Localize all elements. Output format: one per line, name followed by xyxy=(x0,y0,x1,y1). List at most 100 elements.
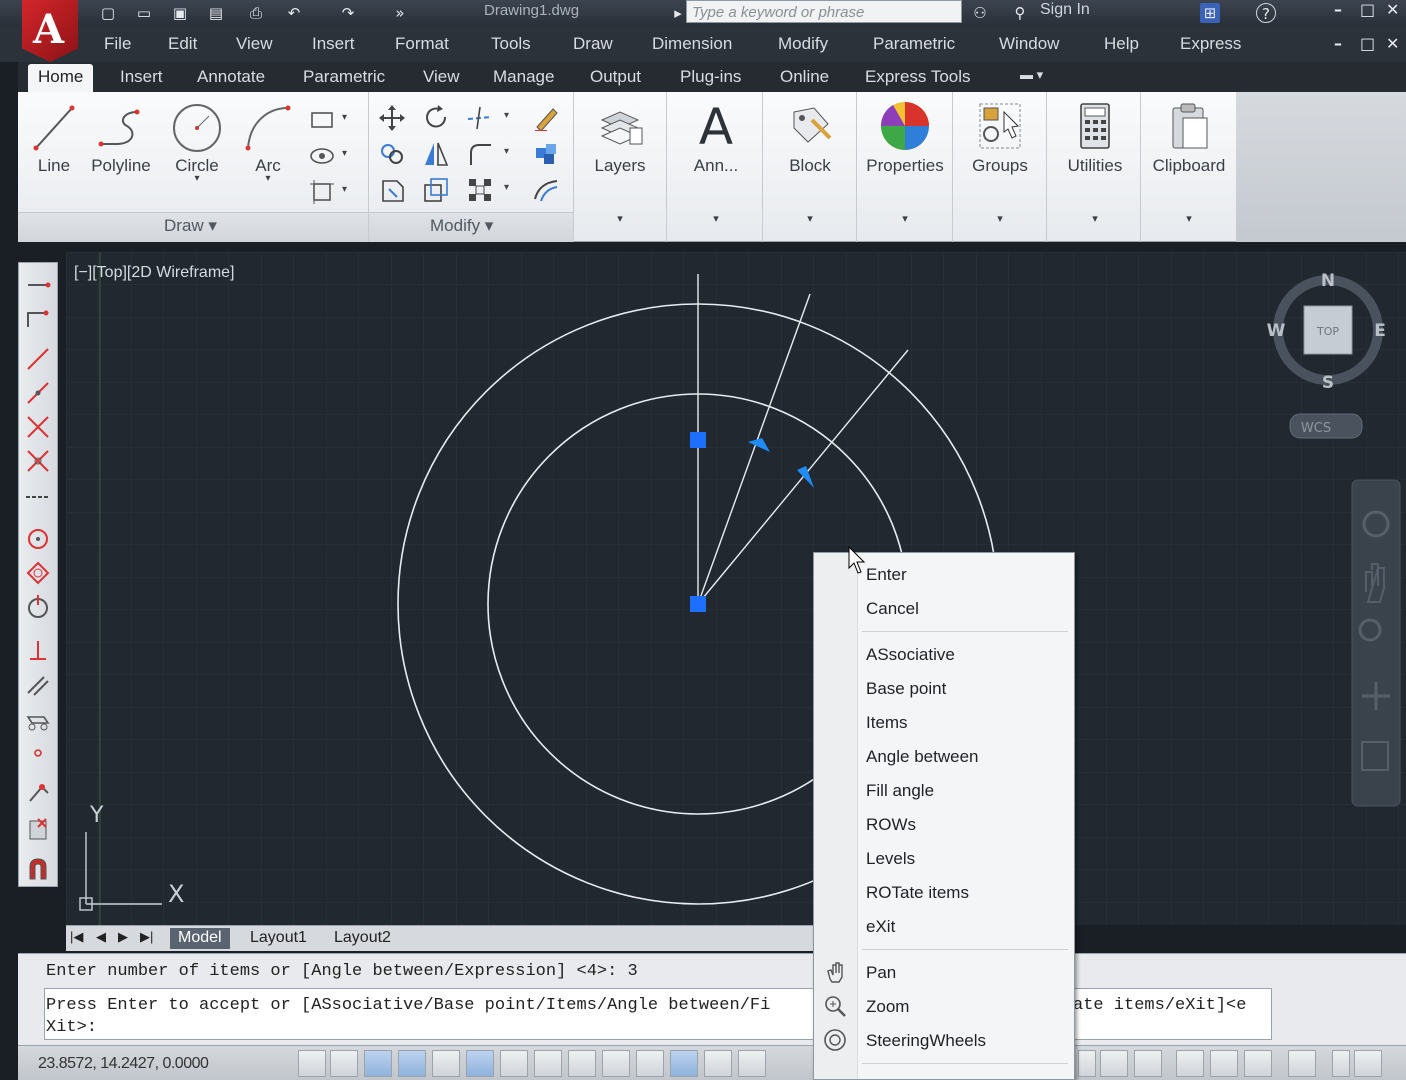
revision-cloud-icon[interactable] xyxy=(24,559,52,587)
move-icon[interactable] xyxy=(376,102,406,132)
print-icon[interactable]: ⎙ xyxy=(246,3,266,23)
selection-cycling-icon[interactable] xyxy=(738,1050,766,1077)
maximize-button[interactable]: □ xyxy=(1360,0,1375,19)
3d-object-snap-icon[interactable] xyxy=(500,1050,528,1077)
tab-parametric[interactable]: Parametric xyxy=(303,67,385,87)
ctx-item-associative[interactable]: ASsociative xyxy=(866,645,955,665)
next-layout-icon[interactable]: ▶ xyxy=(118,929,128,945)
circle-dropdown-icon[interactable]: ▾ xyxy=(168,174,226,184)
doc-restore-button[interactable]: □ xyxy=(1360,34,1375,53)
erase-icon[interactable] xyxy=(530,102,560,132)
construction-line-icon[interactable] xyxy=(24,345,52,373)
ray-icon[interactable] xyxy=(24,305,52,333)
fillet-icon[interactable] xyxy=(464,138,494,168)
object-snap-icon[interactable] xyxy=(466,1050,494,1077)
make-block-icon[interactable] xyxy=(24,705,52,733)
modify-panel-title[interactable]: Modify ▾ xyxy=(430,216,493,236)
application-status-menu-icon[interactable] xyxy=(1332,1050,1350,1077)
user-icon[interactable]: ⚲ xyxy=(1010,3,1030,23)
binoculars-icon[interactable]: ⚇ xyxy=(970,3,990,23)
compass-w[interactable]: W xyxy=(1267,321,1286,341)
menu-draw[interactable]: Draw xyxy=(573,34,613,54)
dynamic-input-icon[interactable] xyxy=(602,1050,630,1077)
utilities-tool[interactable]: Utilities ▾ xyxy=(1054,98,1136,225)
block-dropdown-icon[interactable]: ▾ xyxy=(770,212,850,225)
array-icon[interactable] xyxy=(464,174,494,204)
drawing-canvas[interactable]: Y X TOP N S E W WCS xyxy=(66,252,1406,925)
ribbon-toggle-icon[interactable]: ▬ ▾ xyxy=(1020,67,1043,83)
grid-display-icon[interactable] xyxy=(364,1050,392,1077)
menu-parametric[interactable]: Parametric xyxy=(873,34,955,54)
mirror-icon[interactable] xyxy=(420,138,450,168)
hatch-dropdown-icon[interactable]: ▾ xyxy=(342,148,347,159)
arc-tool[interactable]: Arc ▾ xyxy=(242,100,294,184)
properties-dropdown-icon[interactable]: ▾ xyxy=(860,212,950,225)
spline-icon[interactable] xyxy=(24,593,52,621)
menu-file[interactable]: File xyxy=(104,34,131,54)
stretch-icon[interactable] xyxy=(376,174,406,204)
close-button[interactable]: ✕ xyxy=(1386,0,1399,19)
magnet-icon[interactable] xyxy=(24,855,52,883)
hatch-icon[interactable] xyxy=(24,779,52,807)
rectangle-icon[interactable] xyxy=(306,104,336,134)
layers-dropdown-icon[interactable]: ▾ xyxy=(580,212,660,225)
infer-constraints-icon[interactable] xyxy=(298,1050,326,1077)
new-file-icon[interactable]: ▢ xyxy=(98,3,118,23)
last-layout-icon[interactable]: ▶| xyxy=(140,929,153,945)
tab-express-tools[interactable]: Express Tools xyxy=(865,67,971,87)
tab-view[interactable]: View xyxy=(423,67,460,87)
groups-dropdown-icon[interactable]: ▾ xyxy=(958,212,1042,225)
first-layout-icon[interactable]: |◀ xyxy=(70,929,83,945)
redo-icon[interactable]: ↷ xyxy=(338,3,358,23)
utilities-dropdown-icon[interactable]: ▾ xyxy=(1054,212,1136,225)
line-tool[interactable]: Line xyxy=(30,100,78,176)
arc-icon[interactable] xyxy=(24,483,52,511)
fillet-dropdown-icon[interactable]: ▾ xyxy=(504,146,509,157)
search-input[interactable]: Type a keyword or phrase xyxy=(686,0,962,23)
trim-dropdown-icon[interactable]: ▾ xyxy=(504,110,509,121)
tab-annotate[interactable]: Annotate xyxy=(197,67,265,87)
snap-mode-icon[interactable] xyxy=(330,1050,358,1077)
explode-icon[interactable] xyxy=(530,138,560,168)
ctx-item-angle-between[interactable]: Angle between xyxy=(866,747,978,767)
ctx-item-items[interactable]: Items xyxy=(866,713,908,733)
block-tool[interactable]: Block ▾ xyxy=(770,98,850,225)
coordinates-readout[interactable]: 23.8572, 14.2427, 0.0000 xyxy=(38,1055,209,1073)
menu-express[interactable]: Express xyxy=(1180,34,1241,54)
ctx-item-base-point[interactable]: Base point xyxy=(866,679,946,699)
scale-icon[interactable] xyxy=(420,174,450,204)
annotation-visibility-icon[interactable] xyxy=(1134,1050,1162,1077)
menu-tools[interactable]: Tools xyxy=(491,34,531,54)
draw-panel-title[interactable]: Draw ▾ xyxy=(164,216,217,236)
lineweight-icon[interactable] xyxy=(636,1050,664,1077)
object-snap-tracking-icon[interactable] xyxy=(534,1050,562,1077)
compass-n[interactable]: N xyxy=(1321,271,1335,291)
save-as-icon[interactable]: ▤ xyxy=(206,3,226,23)
arc-dropdown-icon[interactable]: ▾ xyxy=(242,174,294,184)
navigation-bar[interactable] xyxy=(1351,479,1401,807)
lock-toolbar-icon[interactable] xyxy=(1210,1050,1238,1077)
properties-tool[interactable]: Properties ▾ xyxy=(860,98,950,225)
workspace-switching-icon[interactable] xyxy=(1176,1050,1204,1077)
tab-insert[interactable]: Insert xyxy=(120,67,163,87)
compass-s[interactable]: S xyxy=(1322,373,1334,393)
ortho-mode-icon[interactable] xyxy=(398,1050,426,1077)
dynamic-ucs-icon[interactable] xyxy=(568,1050,596,1077)
ctx-item-zoom[interactable]: Zoom xyxy=(866,997,909,1017)
rotate-icon[interactable] xyxy=(420,102,450,132)
region-dropdown-icon[interactable]: ▾ xyxy=(342,184,347,195)
undo-icon[interactable]: ↶ xyxy=(284,3,304,23)
ctx-item-cancel[interactable]: Cancel xyxy=(866,599,919,619)
menu-view[interactable]: View xyxy=(236,34,273,54)
trim-icon[interactable] xyxy=(464,102,494,132)
ctx-item-enter[interactable]: Enter xyxy=(866,565,907,585)
menu-edit[interactable]: Edit xyxy=(168,34,197,54)
polygon-icon[interactable] xyxy=(24,413,52,441)
rectangle-dropdown-icon[interactable]: ▾ xyxy=(342,112,347,123)
ctx-item-exit[interactable]: eXit xyxy=(866,917,895,937)
open-folder-icon[interactable]: ▭ xyxy=(134,3,154,23)
isolate-objects-icon[interactable] xyxy=(1288,1050,1316,1077)
circle-icon[interactable] xyxy=(24,525,52,553)
ctx-item-levels[interactable]: Levels xyxy=(866,849,915,869)
clean-screen-icon[interactable] xyxy=(1354,1050,1382,1077)
